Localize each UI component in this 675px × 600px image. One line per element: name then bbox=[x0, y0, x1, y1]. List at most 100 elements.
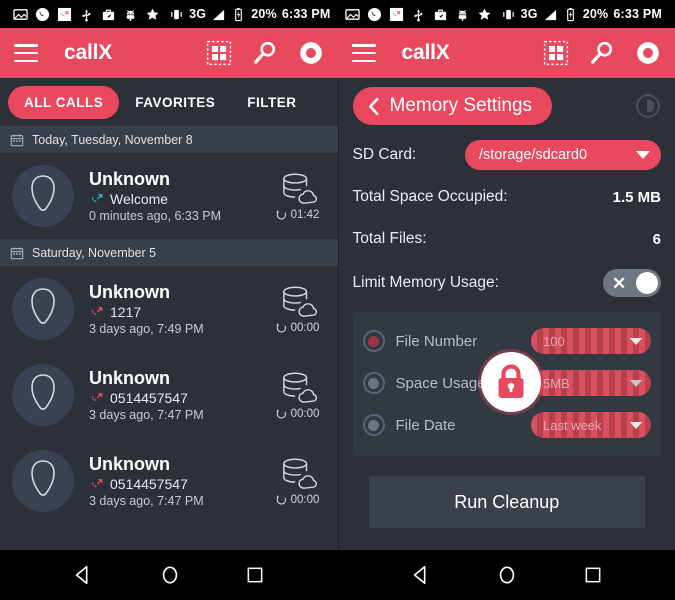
recents-square-icon[interactable] bbox=[245, 565, 265, 585]
hamburger-menu-icon[interactable] bbox=[351, 44, 376, 62]
contact-name: Unknown bbox=[89, 281, 170, 302]
status-system-group-2: 3G 20% 6:33 PM bbox=[501, 7, 662, 22]
tab-favorites[interactable]: FAVORITES bbox=[119, 86, 231, 119]
locked-options-panel: File Number 100 Space Usage 5MB File Dat… bbox=[352, 312, 661, 456]
lock-overlay[interactable] bbox=[480, 352, 541, 412]
search-icon[interactable] bbox=[252, 40, 278, 66]
record-icon[interactable] bbox=[635, 40, 661, 66]
back-triangle-icon[interactable] bbox=[72, 564, 94, 586]
call-number: 0514457547 bbox=[110, 476, 188, 493]
avatar bbox=[12, 165, 74, 227]
grid-apps-icon[interactable] bbox=[543, 40, 569, 66]
android-icon bbox=[458, 9, 466, 21]
call-info: Unknown 0514457547 3 days ago, 7:47 PM bbox=[89, 454, 270, 509]
cleanup-section: Run Cleanup bbox=[339, 456, 675, 528]
caret-down-icon bbox=[629, 421, 643, 429]
app-title: callX bbox=[401, 41, 450, 64]
grid-apps-icon[interactable] bbox=[206, 40, 232, 66]
call-time: 3 days ago, 7:47 PM bbox=[89, 408, 204, 423]
home-circle-icon[interactable] bbox=[496, 564, 518, 586]
sd-card-select[interactable]: /storage/sdcard0 bbox=[465, 140, 661, 170]
app-bar-actions-left bbox=[206, 40, 324, 66]
call-storage-meta: 00:00 bbox=[270, 371, 326, 420]
nav-group-right bbox=[338, 550, 675, 600]
radio-file-number[interactable] bbox=[362, 330, 385, 352]
missed-call-icon bbox=[91, 392, 103, 401]
call-list-item[interactable]: Unknown Welcome 0 minutes ago, 6:33 PM 0… bbox=[0, 153, 338, 239]
home-circle-icon[interactable] bbox=[159, 564, 181, 586]
calendar-icon bbox=[10, 246, 24, 259]
timer-icon bbox=[276, 409, 286, 419]
memory-settings-pane: Memory Settings SD Card: /storage/sdcard… bbox=[337, 78, 675, 550]
call-list-pane: ALL CALLS FAVORITES FILTER Today, Tuesda… bbox=[0, 78, 338, 550]
call-list-item[interactable]: Unknown 1217 3 days ago, 7:49 PM 00:00 bbox=[0, 266, 338, 352]
app-bars: callX callX bbox=[0, 28, 675, 78]
contact-name: Unknown bbox=[89, 453, 170, 474]
call-number: 0514457547 bbox=[110, 390, 188, 407]
call-list-item[interactable]: Unknown 0514457547 3 days ago, 7:47 PM 0… bbox=[0, 352, 338, 438]
calendar-icon bbox=[10, 133, 24, 146]
timer-icon bbox=[276, 495, 286, 505]
date-header: Today, Tuesday, November 8 bbox=[0, 126, 338, 153]
run-cleanup-button[interactable]: Run Cleanup bbox=[368, 476, 645, 528]
limit-memory-toggle[interactable]: ✕ bbox=[603, 269, 661, 297]
file-number-value: 100 bbox=[543, 333, 565, 349]
app-bar-actions-right bbox=[543, 40, 661, 66]
system-nav-bar bbox=[0, 550, 675, 600]
call-time: 3 days ago, 7:49 PM bbox=[89, 322, 204, 337]
total-files-label: Total Files: bbox=[352, 230, 427, 247]
call-storage-meta: 01:42 bbox=[270, 172, 326, 221]
call-duration-row: 01:42 bbox=[276, 209, 319, 221]
call-number-row: 1217 bbox=[89, 304, 270, 320]
status-bar-right-half: 3G 20% 6:33 PM bbox=[338, 7, 670, 22]
radio-file-date[interactable] bbox=[362, 414, 385, 436]
call-duration: 00:00 bbox=[290, 321, 320, 334]
radio-space-usage[interactable] bbox=[362, 372, 385, 394]
call-duration-row: 00:00 bbox=[276, 407, 320, 420]
call-info: Unknown 1217 3 days ago, 7:49 PM bbox=[89, 282, 270, 337]
call-duration: 00:00 bbox=[290, 407, 320, 420]
call-time: 0 minutes ago, 6:33 PM bbox=[89, 209, 222, 224]
sd-card-value: /storage/sdcard0 bbox=[479, 147, 588, 163]
recents-square-icon[interactable] bbox=[583, 565, 603, 585]
record-icon[interactable] bbox=[298, 40, 324, 66]
briefcase-icon bbox=[434, 9, 446, 20]
caret-down-icon bbox=[636, 151, 650, 159]
vibrate-icon bbox=[502, 9, 514, 19]
status-icons-group bbox=[13, 7, 160, 22]
image-icon bbox=[344, 8, 360, 20]
hamburger-menu-icon[interactable] bbox=[14, 44, 38, 62]
missed-call-icon bbox=[91, 306, 103, 315]
tab-bar: ALL CALLS FAVORITES FILTER bbox=[0, 78, 338, 126]
battery-icon bbox=[566, 7, 574, 21]
call-info: Unknown 0514457547 3 days ago, 7:47 PM bbox=[89, 368, 270, 423]
memory-settings-title: Memory Settings bbox=[389, 95, 533, 116]
search-icon[interactable] bbox=[589, 40, 615, 66]
tab-all-calls[interactable]: ALL CALLS bbox=[8, 85, 120, 119]
help-circle-icon[interactable] bbox=[635, 93, 661, 119]
signal-icon bbox=[213, 9, 225, 20]
option-label: Space Usage bbox=[395, 374, 486, 392]
tab-filter[interactable]: FILTER bbox=[231, 86, 312, 119]
star-icon bbox=[478, 8, 490, 20]
incoming-call-icon bbox=[91, 193, 103, 202]
call-list-item[interactable]: Unknown 0514457547 3 days ago, 7:47 PM 0… bbox=[0, 438, 338, 524]
space-usage-select: 5MB bbox=[531, 370, 651, 396]
memory-settings-back-button[interactable]: Memory Settings bbox=[352, 87, 553, 125]
battery-percent: 20% bbox=[251, 7, 277, 21]
limit-memory-label: Limit Memory Usage: bbox=[352, 274, 499, 291]
chevron-left-icon bbox=[368, 97, 379, 115]
back-triangle-icon[interactable] bbox=[410, 564, 432, 586]
file-date-value: Last week bbox=[543, 417, 602, 433]
person-silhouette-icon bbox=[31, 175, 55, 211]
status-bar: 3G 20% 6:33 PM 3G 20% 6:33 PM bbox=[0, 0, 675, 28]
status-system-group: 3G 20% 6:33 PM bbox=[169, 7, 330, 22]
clock: 6:33 PM bbox=[281, 7, 331, 21]
database-cloud-icon bbox=[282, 458, 317, 489]
toggle-off-glyph: ✕ bbox=[612, 273, 627, 293]
call-duration-row: 00:00 bbox=[276, 494, 319, 506]
usb-icon bbox=[82, 9, 91, 21]
call-number: 1217 bbox=[110, 304, 142, 321]
call-number-row: 0514457547 bbox=[89, 390, 270, 406]
clock: 6:33 PM bbox=[613, 7, 662, 21]
